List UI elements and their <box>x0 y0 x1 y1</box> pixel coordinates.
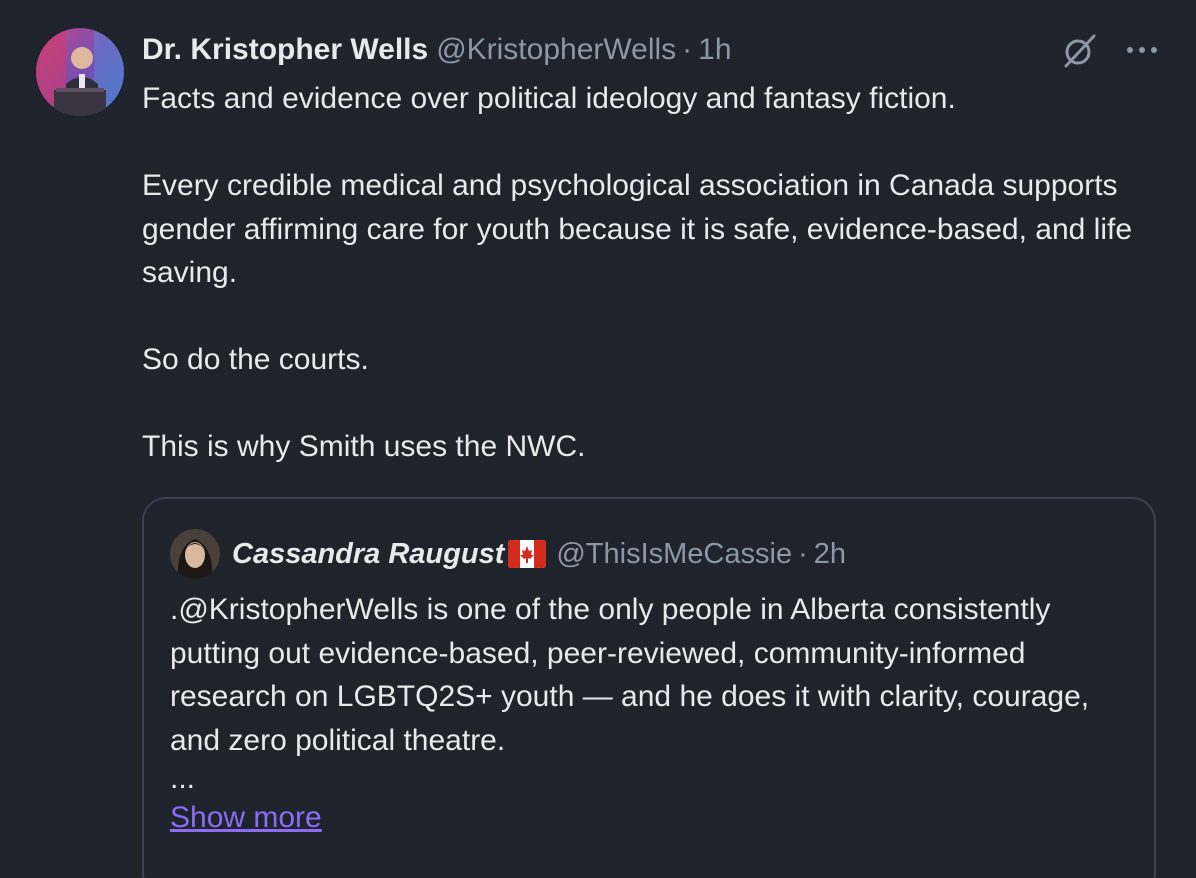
quoted-tweet-header: Cassandra Raugust @ThisIsMeCassie · 2h <box>170 529 846 579</box>
author-handle[interactable]: @KristopherWells <box>436 30 676 70</box>
canada-flag-icon <box>508 540 547 568</box>
quoted-tweet-text: .@KristopherWells is one of the only peo… <box>170 593 1090 757</box>
tweet-timestamp[interactable]: 1h <box>698 30 731 70</box>
tweet-paragraph: Facts and evidence over political ideolo… <box>142 82 956 115</box>
tweet-actions-top <box>1060 30 1158 70</box>
quoted-tweet-timestamp[interactable]: 2h <box>814 538 846 571</box>
quoted-tweet-body: .@KristopherWells is one of the only peo… <box>170 588 1145 840</box>
truncation-ellipsis: ... <box>170 762 196 795</box>
tweet-body: Facts and evidence over political ideolo… <box>142 77 1162 469</box>
slashed-circle-icon[interactable] <box>1060 30 1100 70</box>
separator-dot: · <box>798 537 808 570</box>
quoted-author-handle[interactable]: @ThisIsMeCassie <box>556 538 792 571</box>
tweet-paragraph: This is why Smith uses the NWC. <box>142 430 586 463</box>
show-more-link[interactable]: Show more <box>170 798 322 838</box>
author-name[interactable]: Dr. Kristopher Wells <box>142 30 428 70</box>
tweet-header: Dr. Kristopher Wells @KristopherWells · … <box>142 30 732 70</box>
tweet-paragraph: Every credible medical and psychological… <box>142 169 1133 289</box>
separator-dot: · <box>682 33 693 66</box>
quoted-tweet-card[interactable]: Cassandra Raugust @ThisIsMeCassie · 2h .… <box>142 497 1156 878</box>
more-horizontal-icon[interactable] <box>1126 44 1158 56</box>
author-avatar[interactable] <box>36 28 124 116</box>
tweet-paragraph: So do the courts. <box>142 343 369 376</box>
quoted-author-name[interactable]: Cassandra Raugust <box>232 538 504 571</box>
quoted-author-avatar[interactable] <box>170 529 220 579</box>
